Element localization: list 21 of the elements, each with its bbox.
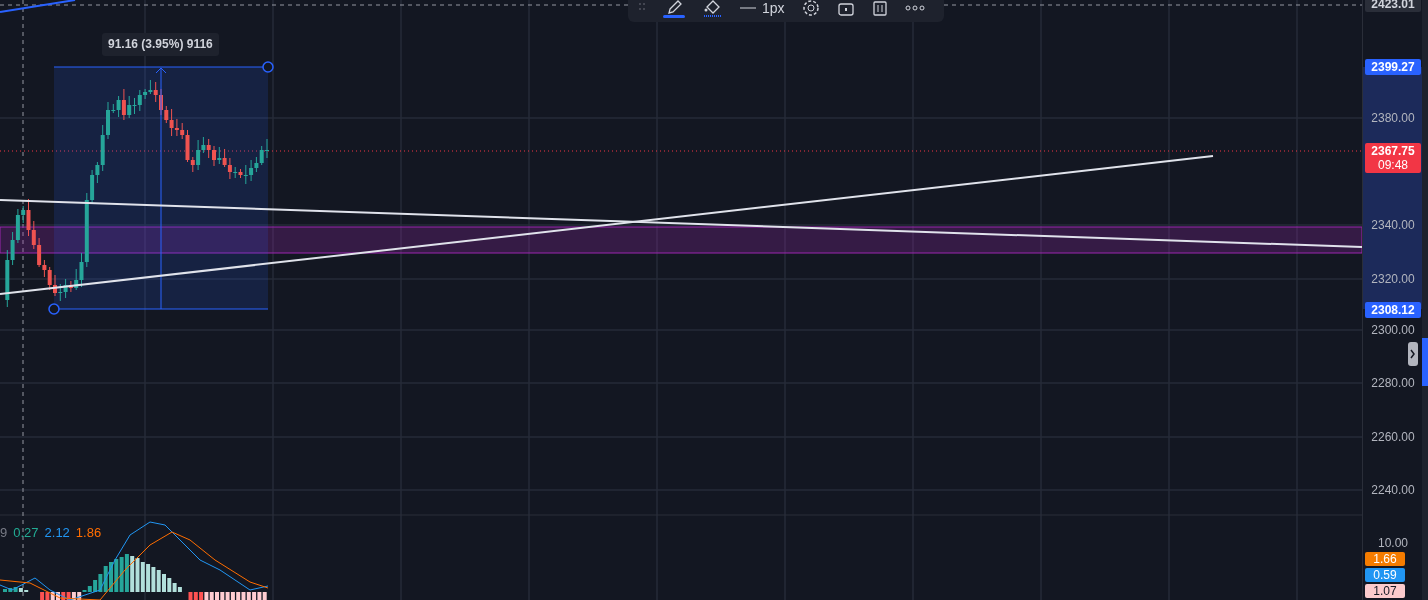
indicator-badge: 0.59 <box>1365 568 1405 582</box>
price-label: 2308.12 <box>1365 302 1421 318</box>
price-tick: 2380.00 <box>1370 111 1416 125</box>
price-tick: 2240.00 <box>1370 483 1416 497</box>
indicator-value: 9 <box>0 525 8 540</box>
price-tick: 2280.00 <box>1370 376 1416 390</box>
price-label: 2423.01 <box>1365 0 1421 12</box>
price-tick: 2260.00 <box>1370 430 1416 444</box>
line-width-control[interactable]: 1px <box>740 0 785 16</box>
indicator-value: 2.12 <box>44 525 70 540</box>
price-tick: 2340.00 <box>1370 218 1416 232</box>
price-tick: 2300.00 <box>1370 323 1416 337</box>
price-tick: 10.00 <box>1377 536 1409 550</box>
price-tick: 2320.00 <box>1370 272 1416 286</box>
indicator-badge: 1.07 <box>1365 584 1405 598</box>
indicator-value: 0.27 <box>13 525 39 540</box>
indicator-badge: 1.66 <box>1365 552 1405 566</box>
price-label: 2399.27 <box>1365 59 1421 75</box>
indicator-value: 1.86 <box>75 525 102 540</box>
measure-label: 91.16 (3.95%) 9116 <box>102 33 219 56</box>
last-price-label: 2367.75 09:48 <box>1365 143 1421 173</box>
